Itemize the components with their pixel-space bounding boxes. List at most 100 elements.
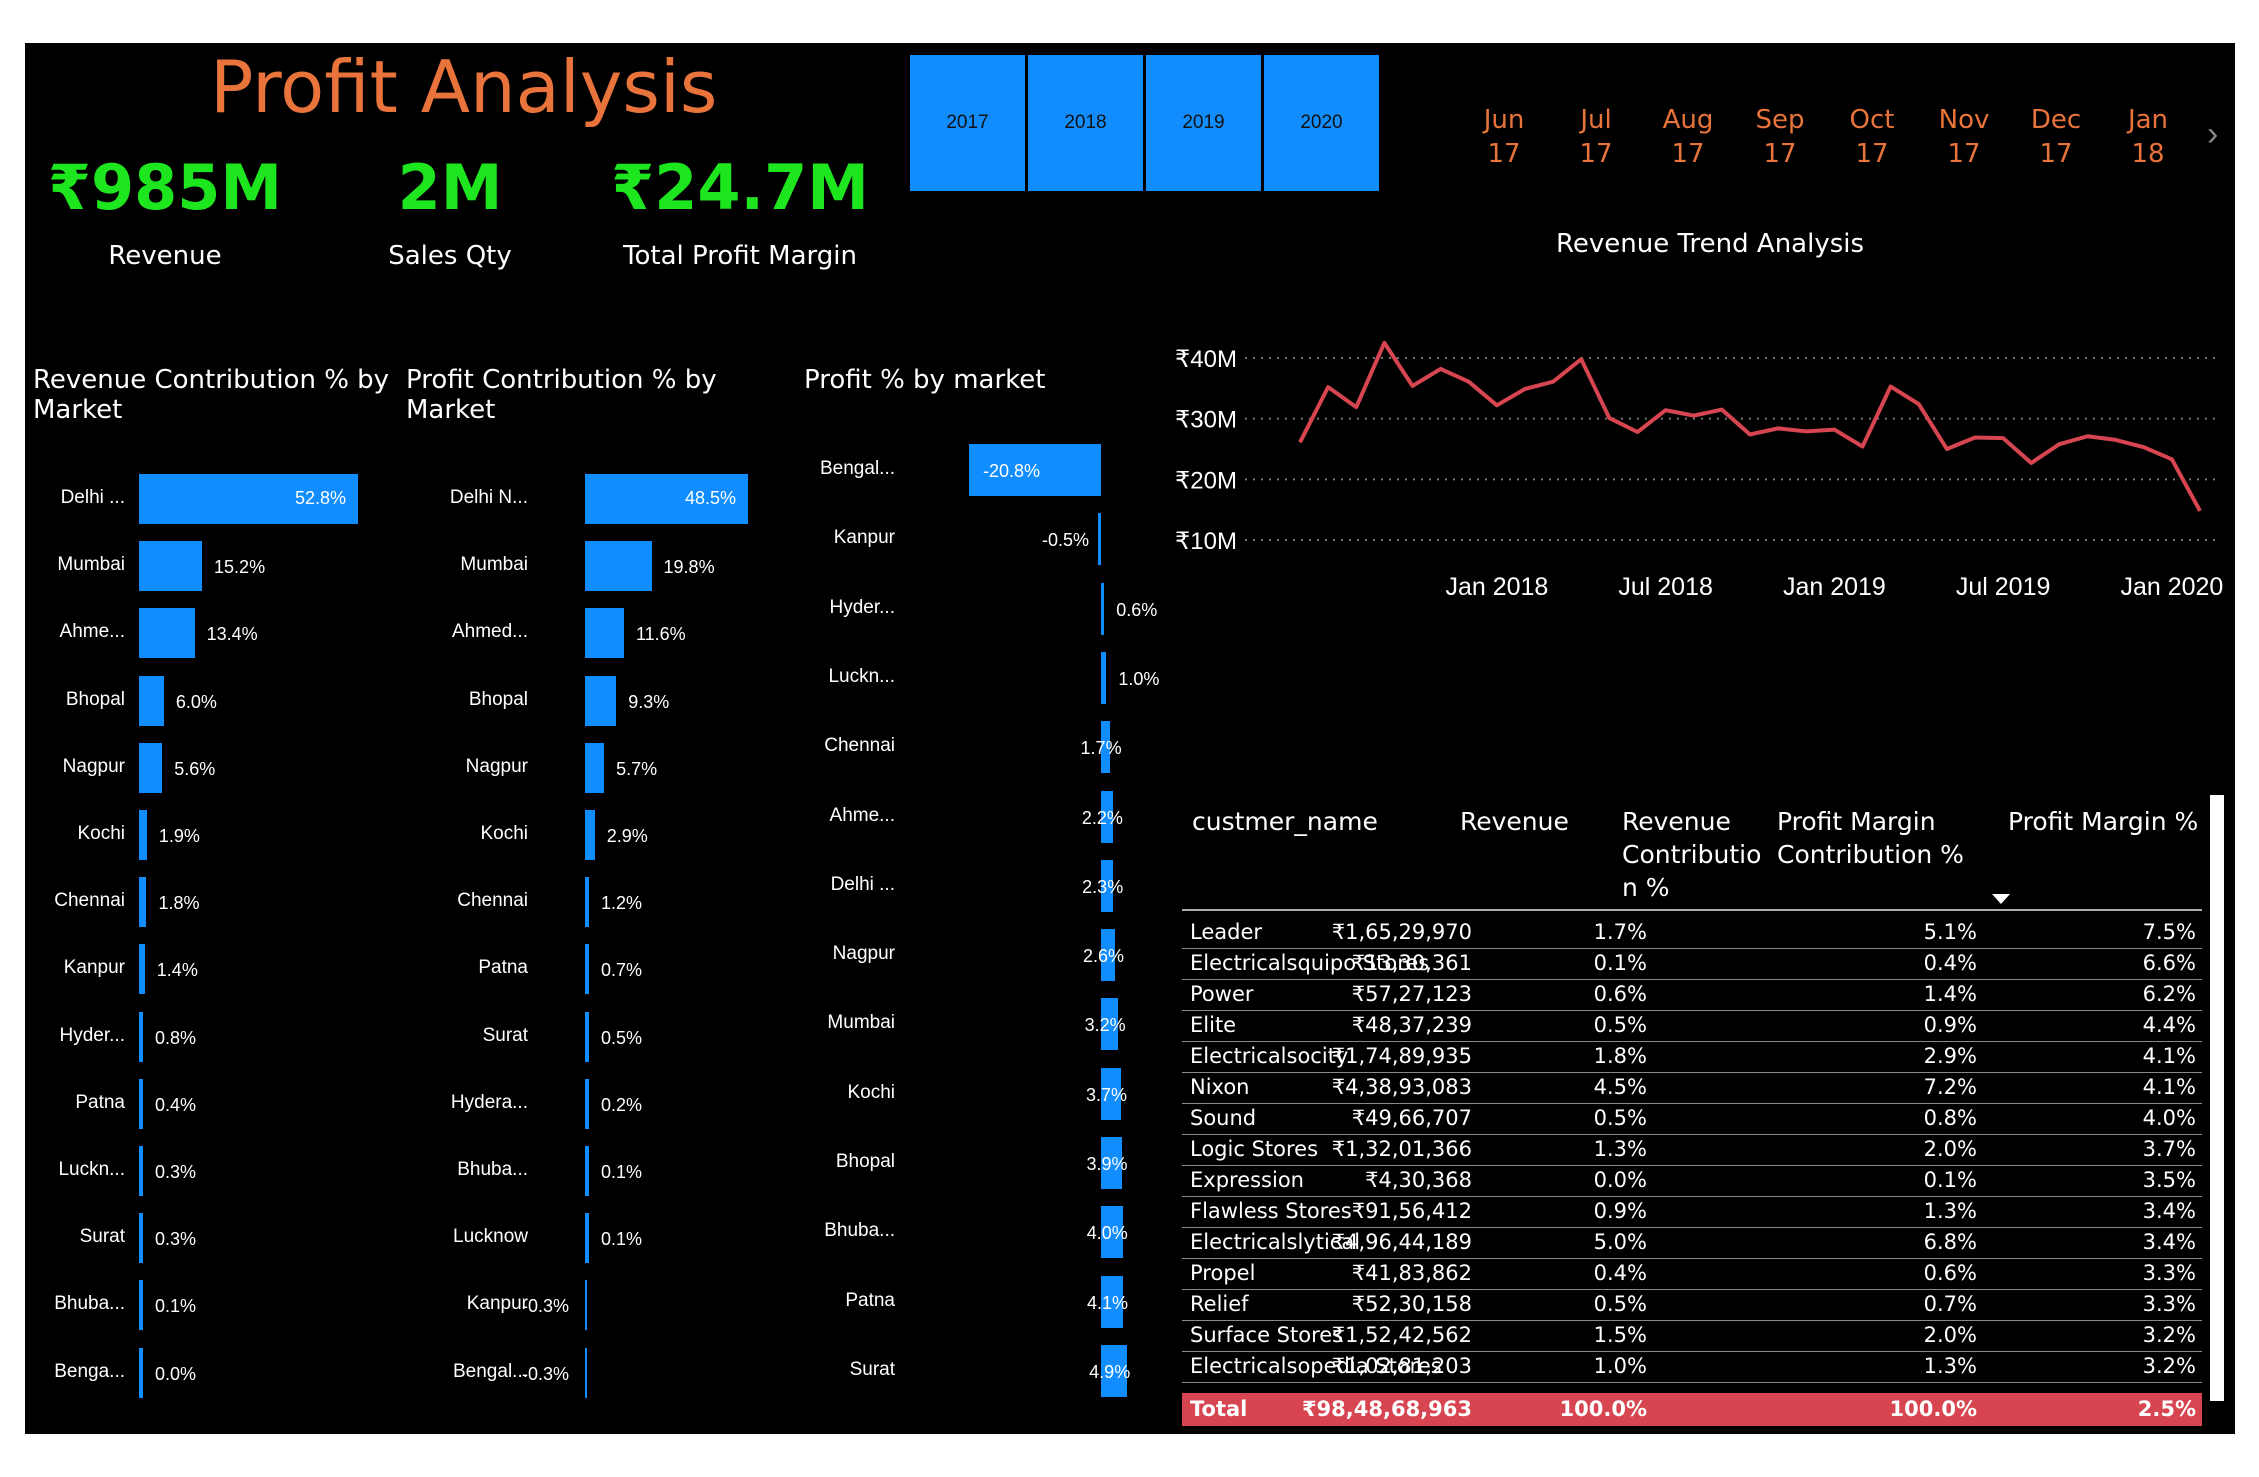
- sort-down-icon[interactable]: [1992, 894, 2010, 904]
- profit-market-value: 48.5%: [684, 488, 736, 508]
- cell-revenue-contribution: 0.1%: [1593, 951, 1647, 975]
- cell-revenue: ₹57,27,123: [1351, 982, 1472, 1006]
- table-row[interactable]: Electricalsocity ₹1,74,89,935 1.8% 2.9% 4.1%: [1182, 1041, 2202, 1073]
- revenue-market-label: Mumbai: [57, 554, 125, 576]
- y-tick-label: ₹40M: [1175, 346, 1237, 373]
- month-year-label: 17: [1763, 139, 1797, 169]
- profit-market-value: -0.3%: [522, 1296, 570, 1317]
- table-row[interactable]: Flawless Stores ₹91,56,412 0.9% 1.3% 3.4%: [1182, 1196, 2202, 1228]
- revenue-market-value: 6.0%: [175, 691, 217, 712]
- revenue-market-bar: [139, 1011, 143, 1062]
- header-revenue-contribution[interactable]: Revenue Contributio n %: [1622, 805, 1761, 904]
- month-button-2[interactable]: Aug 17: [1653, 103, 1723, 171]
- table-row[interactable]: Electricalslytical ₹4,96,44,189 5.0% 6.8% 3.…: [1182, 1227, 2202, 1259]
- header-profit-margin-contribution[interactable]: Profit Margin Contribution %: [1777, 805, 1964, 871]
- profit-market-label: Mumbai: [460, 554, 528, 576]
- profit-pct-value: 2.3%: [1082, 876, 1124, 897]
- cell-profit-margin-pct: 7.5%: [2142, 920, 2196, 944]
- trend-chart-title: Revenue Trend Analysis: [1556, 229, 1865, 259]
- profit-pct-value: 1.0%: [1118, 668, 1160, 689]
- table-row[interactable]: Power ₹57,27,123 0.6% 1.4% 6.2%: [1182, 979, 2202, 1011]
- table-row[interactable]: Leader ₹1,65,29,970 1.7% 5.1% 7.5%: [1182, 917, 2202, 949]
- table-row[interactable]: Electricalsquipo Stores ₹13,30,361 0.1% 0.4…: [1182, 948, 2202, 980]
- cell-revenue-contribution: 1.8%: [1593, 1044, 1647, 1068]
- cell-revenue: ₹41,83,862: [1351, 1261, 1472, 1285]
- cell-revenue: ₹1,02,81,203: [1331, 1354, 1472, 1378]
- cell-customer: Propel: [1190, 1261, 1256, 1285]
- cell-profit-margin-contribution: 1.4%: [1923, 982, 1977, 1006]
- kpi-revenue-value: ₹985M: [47, 151, 283, 224]
- cell-revenue: ₹48,37,239: [1351, 1013, 1472, 1037]
- profit-pct-label: Bhuba...: [824, 1220, 895, 1242]
- month-label: Jul: [1580, 105, 1612, 135]
- month-button-1[interactable]: Jul 17: [1561, 103, 1631, 171]
- cell-revenue: ₹1,74,89,935: [1331, 1044, 1472, 1068]
- month-year-label: 17: [1947, 139, 1981, 169]
- profit-market-label: Kochi: [480, 823, 528, 844]
- y-tick-label: ₹30M: [1175, 407, 1237, 434]
- revenue-market-label: Ahme...: [59, 621, 125, 643]
- table-row[interactable]: Propel ₹41,83,862 0.4% 0.6% 3.3%: [1182, 1258, 2202, 1290]
- table-row[interactable]: Expression ₹4,30,368 0.0% 0.1% 3.5%: [1182, 1165, 2202, 1197]
- revenue-market-value: 0.3%: [155, 1229, 197, 1250]
- month-button-6[interactable]: Dec 17: [2021, 103, 2091, 171]
- profit-market-value: 1.2%: [601, 893, 643, 914]
- revenue-market-label: Bhuba...: [54, 1293, 125, 1315]
- table-row[interactable]: Relief ₹52,30,158 0.5% 0.7% 3.3%: [1182, 1289, 2202, 1321]
- revenue-market-value: 0.8%: [155, 1027, 197, 1048]
- cell-revenue-contribution: 1.3%: [1593, 1137, 1647, 1161]
- table-row[interactable]: Logic Stores ₹1,32,01,366 1.3% 2.0% 3.7%: [1182, 1134, 2202, 1166]
- profit-market-bar: [585, 675, 617, 726]
- month-button-5[interactable]: Nov 17: [1929, 103, 1999, 171]
- revenue-market-bar: [139, 1213, 143, 1264]
- profit-market-bar: [585, 944, 589, 995]
- cell-revenue-contribution: 0.9%: [1593, 1199, 1647, 1223]
- cell-revenue-contribution: 0.5%: [1593, 1106, 1647, 1130]
- revenue-market-value: 52.8%: [294, 488, 346, 508]
- profit-pct-value: 2.2%: [1081, 807, 1123, 828]
- cell-profit-margin-contribution: 6.8%: [1923, 1230, 1977, 1254]
- profit-market-bar: [585, 810, 595, 860]
- y-tick-label: ₹10M: [1175, 528, 1237, 555]
- cell-profit-margin-contribution: 5.1%: [1923, 920, 1977, 944]
- month-button-0[interactable]: Jun 17: [1469, 103, 1539, 171]
- cell-customer: Logic Stores: [1190, 1137, 1319, 1161]
- chevron-right-icon[interactable]: ›: [2207, 115, 2218, 154]
- cell-revenue: ₹52,30,158: [1351, 1292, 1472, 1316]
- month-button-7[interactable]: Jan 18: [2113, 103, 2183, 171]
- year-button-2020[interactable]: 2020: [1264, 55, 1379, 191]
- month-button-3[interactable]: Sep 17: [1745, 103, 1815, 171]
- total-row: Total ₹98,48,68,963 100.0% 100.0% 2.5%: [1182, 1393, 2202, 1426]
- cell-revenue-contribution: 1.0%: [1593, 1354, 1647, 1378]
- header-divider: [1182, 909, 2202, 911]
- year-button-2018[interactable]: 2018: [1028, 55, 1143, 191]
- table-row[interactable]: Electricalsopedia Stores ₹1,02,81,203 1.0%…: [1182, 1351, 2202, 1383]
- header-revenue[interactable]: Revenue: [1460, 805, 1569, 838]
- cell-customer: Sound: [1190, 1106, 1257, 1130]
- cell-revenue-contribution: 0.0%: [1593, 1168, 1647, 1192]
- profit-market-value: 0.7%: [601, 960, 643, 981]
- kpi-sales-qty-label: Sales Qty: [388, 241, 512, 271]
- cell-profit-margin-contribution: 0.4%: [1923, 951, 1977, 975]
- cell-customer: Leader: [1190, 920, 1263, 944]
- month-button-4[interactable]: Oct 17: [1837, 103, 1907, 171]
- kpi-revenue-label: Revenue: [108, 241, 222, 271]
- profit-market-label: Bhuba...: [457, 1159, 528, 1180]
- cell-profit-margin-contribution: 1.3%: [1923, 1354, 1977, 1378]
- table-row[interactable]: Elite ₹48,37,239 0.5% 0.9% 4.4%: [1182, 1010, 2202, 1042]
- revenue-market-label: Luckn...: [58, 1159, 125, 1180]
- year-button-2017[interactable]: 2017: [910, 55, 1025, 191]
- cell-profit-margin-pct: 4.0%: [2142, 1106, 2196, 1130]
- table-scrollbar[interactable]: [2210, 795, 2224, 1401]
- header-profit-margin-pct[interactable]: Profit Margin %: [2008, 805, 2198, 838]
- table-row[interactable]: Sound ₹49,66,707 0.5% 0.8% 4.0%: [1182, 1103, 2202, 1135]
- cell-customer: Surface Stores: [1190, 1323, 1344, 1347]
- table-row[interactable]: Surface Stores ₹1,52,42,562 1.5% 2.0% 3.2%: [1182, 1320, 2202, 1352]
- header-customer-name[interactable]: custmer_name: [1192, 805, 1378, 838]
- profit-pct-label: Bengal...: [820, 458, 895, 479]
- revenue-trend-line: [1298, 340, 2202, 512]
- cell-profit-margin-contribution: 1.3%: [1923, 1199, 1977, 1223]
- revenue-market-label: Surat: [79, 1226, 125, 1248]
- year-button-2019[interactable]: 2019: [1146, 55, 1261, 191]
- table-row[interactable]: Nixon ₹4,38,93,083 4.5% 7.2% 4.1%: [1182, 1072, 2202, 1104]
